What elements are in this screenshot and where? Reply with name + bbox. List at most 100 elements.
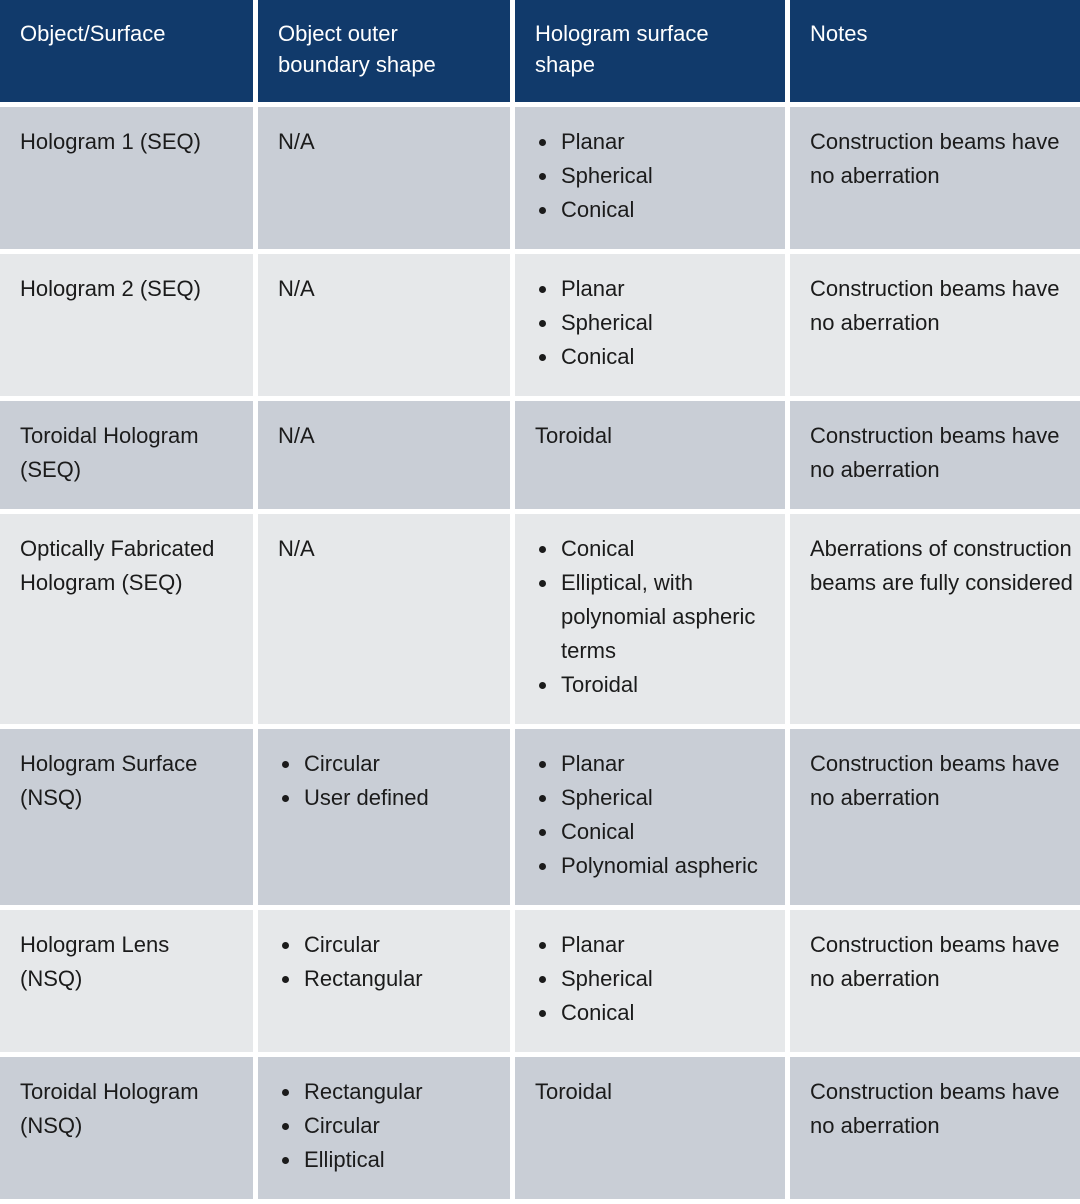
bullet-list-item-label: Conical bbox=[561, 344, 635, 369]
bullet-list: Circular User defined bbox=[278, 747, 494, 815]
bullet-dot-icon bbox=[282, 795, 289, 802]
bullet-list-item: Conical bbox=[535, 532, 769, 566]
bullet-list-item-label: Conical bbox=[561, 1000, 635, 1025]
hologram-specification-table-container: Object/Surface Object outer boundary sha… bbox=[0, 0, 1080, 1204]
cell-hologram-surface-shape: Toroidal bbox=[515, 401, 785, 509]
object-surface-label: Hologram Lens (NSQ) bbox=[20, 932, 170, 991]
cell-hologram-surface-shape: Planar Spherical Conical bbox=[515, 254, 785, 396]
bullet-list-item: Circular bbox=[278, 928, 494, 962]
bullet-list-item-label: Spherical bbox=[561, 163, 653, 188]
bullet-list-item-label: Conical bbox=[561, 197, 635, 222]
table-row: Toroidal Hologram (NSQ) Rectangular Circul… bbox=[0, 1057, 1080, 1199]
cell-object-surface: Optically Fabricated Hologram (SEQ) bbox=[0, 514, 253, 724]
bullet-list: Planar Spherical Conical bbox=[535, 928, 769, 1030]
bullet-dot-icon bbox=[539, 1010, 546, 1017]
cell-hologram-surface-shape: Planar Spherical Conical bbox=[515, 910, 785, 1052]
column-header-object-outer-boundary-shape: Object outer boundary shape bbox=[258, 0, 510, 102]
bullet-list-item-label: Circular bbox=[304, 751, 380, 776]
cell-notes: Construction beams have no aberration bbox=[790, 107, 1080, 249]
bullet-dot-icon bbox=[539, 139, 546, 146]
bullet-list-item: Planar bbox=[535, 928, 769, 962]
cell-object-surface: Hologram 1 (SEQ) bbox=[0, 107, 253, 249]
bullet-dot-icon bbox=[539, 761, 546, 768]
cell-notes: Construction beams have no aberration bbox=[790, 910, 1080, 1052]
table-row: Hologram 1 (SEQ) N/A Planar Spherical Conica… bbox=[0, 107, 1080, 249]
table-row: Hologram Lens (NSQ) Circular Rectangular Pl… bbox=[0, 910, 1080, 1052]
bullet-dot-icon bbox=[539, 863, 546, 870]
bullet-dot-icon bbox=[539, 795, 546, 802]
notes-label: Construction beams have no aberration bbox=[810, 751, 1060, 810]
cell-notes: Construction beams have no aberration bbox=[790, 1057, 1080, 1199]
bullet-dot-icon bbox=[282, 1157, 289, 1164]
cell-object-outer-boundary-shape: N/A bbox=[258, 401, 510, 509]
notes-label: Construction beams have no aberration bbox=[810, 423, 1060, 482]
bullet-list-item: Planar bbox=[535, 747, 769, 781]
bullet-list: Planar Spherical Conical bbox=[535, 272, 769, 374]
bullet-list-item: Spherical bbox=[535, 781, 769, 815]
bullet-list-item: Conical bbox=[535, 340, 769, 374]
cell-object-surface: Hologram Surface (NSQ) bbox=[0, 729, 253, 905]
hologram-surface-label: Toroidal bbox=[535, 1079, 613, 1104]
bullet-dot-icon bbox=[539, 320, 546, 327]
cell-notes: Construction beams have no aberration bbox=[790, 401, 1080, 509]
table-header: Object/Surface Object outer boundary sha… bbox=[0, 0, 1080, 102]
cell-object-outer-boundary-shape: N/A bbox=[258, 514, 510, 724]
bullet-list-item: Spherical bbox=[535, 306, 769, 340]
cell-notes: Aberrations of construction beams are fu… bbox=[790, 514, 1080, 724]
bullet-list-item: Elliptical bbox=[278, 1143, 494, 1177]
bullet-list-item-label: Planar bbox=[561, 129, 625, 154]
bullet-dot-icon bbox=[539, 682, 546, 689]
object-surface-label: Hologram Surface (NSQ) bbox=[20, 751, 198, 810]
bullet-dot-icon bbox=[282, 1089, 289, 1096]
hologram-specification-table: Object/Surface Object outer boundary sha… bbox=[0, 0, 1080, 1204]
cell-hologram-surface-shape: Conical Elliptical, with polynomial asphe… bbox=[515, 514, 785, 724]
bullet-dot-icon bbox=[282, 976, 289, 983]
bullet-dot-icon bbox=[539, 546, 546, 553]
bullet-list-item: Circular bbox=[278, 1109, 494, 1143]
object-outer-boundary-label: N/A bbox=[278, 536, 315, 561]
notes-label: Construction beams have no aberration bbox=[810, 932, 1060, 991]
cell-object-outer-boundary-shape: Circular Rectangular bbox=[258, 910, 510, 1052]
bullet-list-item-label: Circular bbox=[304, 932, 380, 957]
bullet-list: Circular Rectangular bbox=[278, 928, 494, 996]
bullet-list-item: Conical bbox=[535, 815, 769, 849]
bullet-list-item: User defined bbox=[278, 781, 494, 815]
cell-object-surface: Hologram Lens (NSQ) bbox=[0, 910, 253, 1052]
bullet-list-item: Elliptical, with polynomial aspheric ter… bbox=[535, 566, 769, 668]
cell-hologram-surface-shape: Toroidal bbox=[515, 1057, 785, 1199]
object-outer-boundary-label: N/A bbox=[278, 129, 315, 154]
bullet-list-item-label: Planar bbox=[561, 751, 625, 776]
bullet-list-item: Spherical bbox=[535, 159, 769, 193]
cell-object-outer-boundary-shape: N/A bbox=[258, 107, 510, 249]
bullet-dot-icon bbox=[539, 976, 546, 983]
object-surface-label: Optically Fabricated Hologram (SEQ) bbox=[20, 536, 215, 595]
table-row: Toroidal Hologram (SEQ) N/A Toroidal Constr… bbox=[0, 401, 1080, 509]
object-surface-label: Toroidal Hologram (NSQ) bbox=[20, 1079, 199, 1138]
bullet-dot-icon bbox=[282, 761, 289, 768]
notes-label: Construction beams have no aberration bbox=[810, 129, 1060, 188]
notes-label: Construction beams have no aberration bbox=[810, 276, 1060, 335]
bullet-list-item: Conical bbox=[535, 996, 769, 1030]
bullet-list-item-label: Rectangular bbox=[304, 966, 423, 991]
column-header-notes: Notes bbox=[790, 0, 1080, 102]
object-outer-boundary-label: N/A bbox=[278, 423, 315, 448]
column-header-hologram-surface-shape: Hologram surface shape bbox=[515, 0, 785, 102]
bullet-list-item: Spherical bbox=[535, 962, 769, 996]
bullet-list-item-label: Polynomial aspheric bbox=[561, 853, 758, 878]
bullet-list-item-label: Elliptical, with polynomial aspheric ter… bbox=[561, 570, 756, 663]
bullet-list-item-label: Circular bbox=[304, 1113, 380, 1138]
bullet-dot-icon bbox=[539, 580, 546, 587]
cell-notes: Construction beams have no aberration bbox=[790, 254, 1080, 396]
cell-object-outer-boundary-shape: Circular User defined bbox=[258, 729, 510, 905]
cell-object-outer-boundary-shape: N/A bbox=[258, 254, 510, 396]
bullet-list-item-label: Spherical bbox=[561, 310, 653, 335]
column-header-object-surface: Object/Surface bbox=[0, 0, 253, 102]
bullet-dot-icon bbox=[282, 1123, 289, 1130]
bullet-list-item: Polynomial aspheric bbox=[535, 849, 769, 883]
cell-notes: Construction beams have no aberration bbox=[790, 729, 1080, 905]
bullet-list-item-label: Spherical bbox=[561, 785, 653, 810]
notes-label: Aberrations of construction beams are fu… bbox=[810, 536, 1073, 595]
bullet-list-item-label: Elliptical bbox=[304, 1147, 385, 1172]
cell-object-surface: Toroidal Hologram (NSQ) bbox=[0, 1057, 253, 1199]
bullet-list-item-label: Planar bbox=[561, 932, 625, 957]
